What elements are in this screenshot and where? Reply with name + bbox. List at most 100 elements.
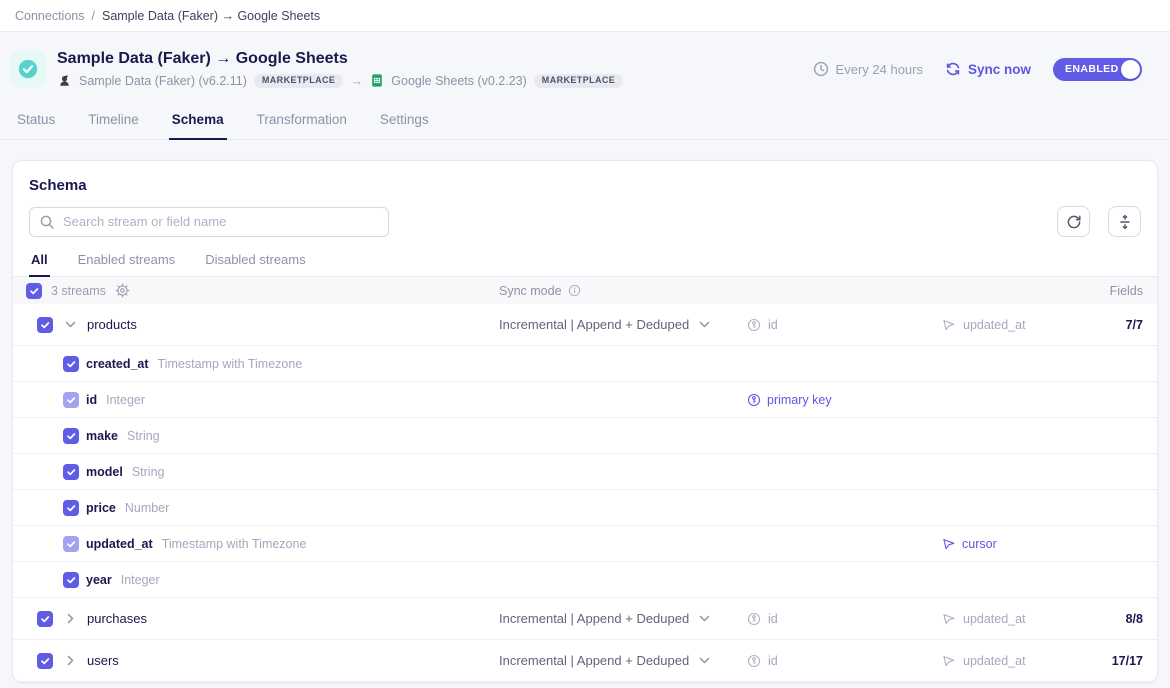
refresh-schema-button[interactable] bbox=[1057, 206, 1090, 237]
field-type: Timestamp with Timezone bbox=[162, 537, 307, 551]
primary-key-value: id bbox=[768, 318, 778, 332]
field-checkbox[interactable] bbox=[63, 572, 79, 588]
destination-marketplace-badge: MARKETPLACE bbox=[534, 74, 623, 88]
breadcrumb-separator: / bbox=[92, 9, 95, 23]
cursor-tag: cursor bbox=[942, 537, 1102, 551]
field-row-make: make String bbox=[13, 418, 1157, 454]
chevron-right-icon[interactable] bbox=[63, 655, 77, 666]
chevron-down-icon[interactable] bbox=[63, 321, 77, 328]
chevron-down-icon bbox=[699, 321, 710, 328]
tab-schema[interactable]: Schema bbox=[169, 104, 227, 140]
streams-settings-gear-icon[interactable] bbox=[115, 283, 130, 298]
filter-tab-enabled[interactable]: Enabled streams bbox=[76, 252, 178, 276]
connection-titles: Sample Data (Faker) → Google Sheets Samp… bbox=[57, 50, 623, 88]
field-row-year: year Integer bbox=[13, 562, 1157, 598]
stream-checkbox[interactable] bbox=[37, 653, 53, 669]
field-name: updated_at bbox=[86, 537, 153, 551]
filter-tab-all[interactable]: All bbox=[29, 252, 50, 277]
sync-now-button[interactable]: Sync now bbox=[945, 61, 1031, 77]
cursor-icon bbox=[942, 537, 956, 551]
fields-column-header: Fields bbox=[1102, 284, 1143, 298]
schema-search-input[interactable] bbox=[29, 207, 389, 237]
cursor-tag-label: cursor bbox=[962, 537, 997, 551]
sync-mode-header-label: Sync mode bbox=[499, 284, 562, 298]
connection-header: Sample Data (Faker) → Google Sheets Samp… bbox=[0, 32, 1170, 88]
stream-checkbox[interactable] bbox=[37, 611, 53, 627]
cursor-cell[interactable]: updated_at bbox=[942, 612, 1102, 626]
field-name: year bbox=[86, 573, 112, 587]
field-name: model bbox=[86, 465, 123, 479]
select-all-streams-checkbox[interactable] bbox=[26, 283, 42, 299]
connection-enabled-toggle[interactable]: ENABLED bbox=[1053, 58, 1142, 81]
stream-name[interactable]: purchases bbox=[87, 611, 147, 626]
breadcrumb-connections-link[interactable]: Connections bbox=[15, 9, 85, 23]
chevron-down-icon bbox=[699, 615, 710, 622]
field-checkbox[interactable] bbox=[63, 464, 79, 480]
key-icon bbox=[747, 654, 761, 668]
schema-card: Schema All Enabled streams Disabled stre… bbox=[12, 160, 1158, 683]
primary-key-value: id bbox=[768, 654, 778, 668]
tab-settings[interactable]: Settings bbox=[377, 104, 432, 139]
field-type: Integer bbox=[121, 573, 160, 587]
field-row-updated_at: updated_at Timestamp with Timezone cursor bbox=[13, 526, 1157, 562]
field-type: Integer bbox=[106, 393, 145, 407]
toggle-knob bbox=[1121, 60, 1140, 79]
field-name: make bbox=[86, 429, 118, 443]
sync-mode-info-icon[interactable] bbox=[568, 284, 581, 297]
field-type: Timestamp with Timezone bbox=[158, 357, 303, 371]
stream-row-users: users Incremental | Append + Deduped id … bbox=[13, 640, 1157, 682]
fields-count: 17/17 bbox=[1102, 654, 1143, 668]
primary-key-tag-label: primary key bbox=[767, 393, 832, 407]
field-row-id: id Integer primary key bbox=[13, 382, 1157, 418]
fields-count: 8/8 bbox=[1102, 612, 1143, 626]
sync-mode-value: Incremental | Append + Deduped bbox=[499, 611, 689, 626]
cursor-icon bbox=[942, 318, 956, 332]
sync-mode-value: Incremental | Append + Deduped bbox=[499, 653, 689, 668]
schema-search bbox=[29, 207, 389, 237]
stream-checkbox[interactable] bbox=[37, 317, 53, 333]
primary-key-cell[interactable]: id bbox=[747, 612, 942, 626]
chevron-down-icon bbox=[699, 657, 710, 664]
field-row-model: modelString bbox=[13, 454, 1157, 490]
field-checkbox[interactable] bbox=[63, 356, 79, 372]
filter-tab-disabled[interactable]: Disabled streams bbox=[203, 252, 307, 276]
tab-status[interactable]: Status bbox=[14, 104, 58, 139]
stream-name[interactable]: users bbox=[87, 653, 119, 668]
tab-timeline[interactable]: Timeline bbox=[85, 104, 142, 139]
field-name: id bbox=[86, 393, 97, 407]
cursor-value: updated_at bbox=[963, 318, 1026, 332]
connection-title: Sample Data (Faker) → Google Sheets bbox=[57, 50, 623, 68]
cursor-cell[interactable]: updated_at bbox=[942, 318, 1102, 332]
destination-icon bbox=[370, 73, 384, 88]
field-row-created_at: created_at Timestamp with Timezone bbox=[13, 346, 1157, 382]
connection-tabs: Status Timeline Schema Transformation Se… bbox=[0, 104, 1170, 140]
streams-count: 3 streams bbox=[51, 284, 106, 298]
cursor-icon bbox=[942, 612, 956, 626]
sync-mode-select[interactable]: Incremental | Append + Deduped bbox=[499, 653, 747, 668]
cursor-cell[interactable]: updated_at bbox=[942, 654, 1102, 668]
sync-mode-select[interactable]: Incremental | Append + Deduped bbox=[499, 611, 747, 626]
sync-now-label: Sync now bbox=[968, 62, 1031, 77]
key-icon bbox=[747, 393, 761, 407]
cursor-value: updated_at bbox=[963, 612, 1026, 626]
sync-mode-select[interactable]: Incremental | Append + Deduped bbox=[499, 317, 747, 332]
sync-mode-column-header: Sync mode bbox=[499, 284, 747, 298]
field-name: created_at bbox=[86, 357, 149, 371]
field-checkbox[interactable] bbox=[63, 428, 79, 444]
chevron-right-icon[interactable] bbox=[63, 613, 77, 624]
stream-row-purchases: purchases Incremental | Append + Deduped… bbox=[13, 598, 1157, 640]
stream-name[interactable]: products bbox=[87, 317, 137, 332]
stream-row-products: products Incremental | Append + Deduped … bbox=[13, 304, 1157, 346]
expand-collapse-all-button[interactable] bbox=[1108, 206, 1141, 237]
tab-transformation[interactable]: Transformation bbox=[254, 104, 350, 139]
field-checkbox[interactable] bbox=[63, 500, 79, 516]
primary-key-cell[interactable]: id bbox=[747, 654, 942, 668]
source-name: Sample Data (Faker) (v6.2.11) bbox=[79, 74, 247, 88]
sync-mode-value: Incremental | Append + Deduped bbox=[499, 317, 689, 332]
field-type: String bbox=[127, 429, 160, 443]
streams-table-header: 3 streams Sync mode Fields bbox=[13, 277, 1157, 304]
cursor-value: updated_at bbox=[963, 654, 1026, 668]
cursor-icon bbox=[942, 654, 956, 668]
primary-key-cell[interactable]: id bbox=[747, 318, 942, 332]
field-checkbox-disabled bbox=[63, 536, 79, 552]
